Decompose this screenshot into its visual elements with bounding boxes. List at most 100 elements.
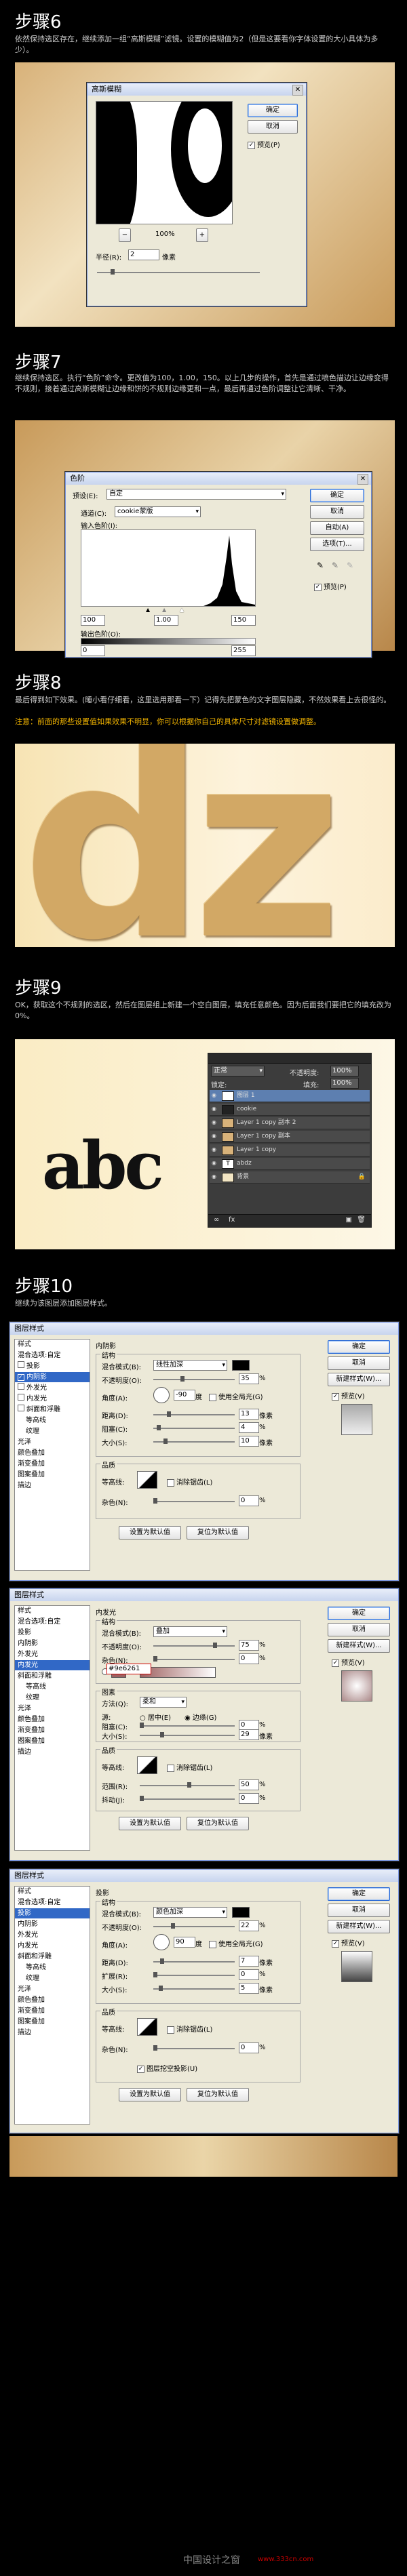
checkbox[interactable] (18, 1383, 24, 1390)
angle-input[interactable]: 90 (174, 1937, 195, 1948)
input-white-value[interactable]: 150 (231, 615, 256, 626)
style-contour[interactable]: 等高线 (15, 1415, 90, 1426)
opacity-input[interactable]: 100% (330, 1066, 359, 1076)
layer-row[interactable]: ◉ cookie (210, 1104, 370, 1116)
anti-alias-checkbox[interactable]: 消除锯齿(L) (167, 2024, 212, 2034)
eye-icon[interactable]: ◉ (212, 1160, 218, 1167)
cancel-button[interactable]: 取消 (310, 505, 364, 519)
noise-slider[interactable] (153, 2045, 235, 2051)
distance-input[interactable]: 13 (239, 1409, 259, 1420)
choke-slider[interactable] (140, 1723, 235, 1728)
channel-select[interactable]: cookie蒙版 (115, 506, 201, 517)
style-stroke[interactable]: 描边 (15, 1747, 90, 1757)
noise-input[interactable]: 0 (239, 2042, 259, 2053)
eye-icon[interactable]: ◉ (212, 1133, 218, 1140)
contour-picker[interactable] (137, 1756, 157, 1774)
layer-row[interactable]: ◉ 背景 🔒 (210, 1171, 370, 1184)
slider-handle[interactable] (213, 1643, 217, 1648)
noise-input[interactable]: 0 (239, 1495, 259, 1506)
make-default-button[interactable]: 设置为默认值 (119, 1817, 181, 1830)
knockout-checkbox[interactable]: ✓ 图层挖空投影(U) (137, 2063, 197, 2073)
style-gradient-overlay[interactable]: 渐变叠加 (15, 1459, 90, 1469)
reset-default-button[interactable]: 复位为默认值 (187, 1526, 249, 1539)
check-icon[interactable]: ✓ (18, 1374, 24, 1381)
style-outer-glow[interactable]: 外发光 (15, 1930, 90, 1940)
layer-row[interactable]: ◉ Layer 1 copy 副本 2 (210, 1117, 370, 1129)
zoom-in-button[interactable]: + (196, 228, 208, 242)
contour-picker[interactable] (137, 1471, 157, 1489)
zoom-out-button[interactable]: − (119, 228, 131, 242)
style-satin[interactable]: 光泽 (15, 1437, 90, 1447)
fx-icon[interactable]: fx (229, 1216, 235, 1224)
make-default-button[interactable]: 设置为默认值 (119, 1526, 181, 1539)
jitter-input[interactable]: 0 (239, 1793, 259, 1804)
new-style-button[interactable]: 新建样式(W)... (328, 1639, 390, 1653)
slider-handle[interactable] (167, 1411, 171, 1417)
styles-header[interactable]: 样式 (15, 1340, 90, 1350)
style-contour[interactable]: 等高线 (15, 1963, 90, 1973)
fill-input[interactable]: 100% (330, 1078, 359, 1089)
method-select[interactable]: 柔和 (140, 1697, 187, 1708)
cancel-button[interactable]: 取消 (328, 1356, 390, 1370)
new-layer-icon[interactable]: ▣ (346, 1216, 352, 1224)
preview-checkbox[interactable]: ✓ 预览(V) (332, 1657, 365, 1667)
slider-handle[interactable] (111, 269, 115, 275)
gray-point-handle[interactable]: ▲ (162, 607, 166, 613)
size-input[interactable]: 29 (239, 1729, 259, 1740)
style-color-overlay[interactable]: 颜色叠加 (15, 1714, 90, 1725)
style-texture[interactable]: 纹理 (15, 1973, 90, 1984)
choke-slider[interactable] (153, 1425, 235, 1430)
style-pattern-overlay[interactable]: 图案叠加 (15, 2017, 90, 2027)
white-point-handle[interactable]: ▲ (180, 607, 184, 613)
edge-radio[interactable]: ◉ 边缘(G) (185, 1712, 216, 1722)
center-radio[interactable]: ○ 居中(E) (140, 1712, 171, 1722)
distance-slider[interactable] (153, 1411, 235, 1417)
style-stroke[interactable]: 描边 (15, 2028, 90, 2038)
slider-handle[interactable] (187, 1782, 191, 1788)
black-point-handle[interactable]: ▲ (146, 607, 150, 613)
angle-dial[interactable] (153, 1387, 170, 1403)
range-slider[interactable] (140, 1782, 235, 1788)
global-light-checkbox[interactable]: 使用全局光(G) (209, 1391, 263, 1401)
jitter-slider[interactable] (140, 1796, 235, 1801)
style-drop-shadow[interactable]: 投影 (15, 1628, 90, 1638)
anti-alias-checkbox[interactable]: 消除锯齿(L) (167, 1762, 212, 1772)
style-inner-glow[interactable]: 内发光 (15, 1941, 90, 1951)
style-texture[interactable]: 纹理 (15, 1426, 90, 1436)
slider-handle[interactable] (160, 1958, 164, 1964)
spread-input[interactable]: 0 (239, 1969, 259, 1980)
style-bevel[interactable]: 斜面和浮雕 (15, 1952, 90, 1962)
layer-row[interactable]: ◉ 图层 1 (210, 1090, 370, 1102)
style-outer-glow[interactable]: 外发光 (15, 1649, 90, 1659)
style-inner-glow[interactable]: 内发光 (15, 1660, 90, 1670)
style-outer-glow[interactable]: 外发光 (15, 1383, 90, 1393)
styles-header[interactable]: 样式 (15, 1606, 90, 1616)
reset-default-button[interactable]: 复位为默认值 (187, 2088, 249, 2101)
eye-icon[interactable]: ◉ (212, 1146, 218, 1153)
noise-input[interactable]: 0 (239, 1653, 259, 1664)
eyedropper-black-icon[interactable]: ✎ (317, 561, 324, 570)
slider-handle[interactable] (157, 1425, 161, 1430)
slider-handle[interactable] (153, 1656, 157, 1662)
angle-input[interactable]: -90 (174, 1390, 195, 1401)
output-black-value[interactable]: 0 (81, 645, 105, 656)
style-inner-glow[interactable]: 内发光 (15, 1394, 90, 1404)
color-swatch[interactable] (232, 1907, 250, 1918)
style-texture[interactable]: 纹理 (15, 1693, 90, 1703)
blend-mode-select[interactable]: 颜色加深 (153, 1907, 227, 1918)
checkbox[interactable] (18, 1361, 24, 1368)
slider-handle[interactable] (140, 1796, 144, 1801)
contour-picker[interactable] (137, 2018, 157, 2036)
slider-handle[interactable] (160, 1732, 164, 1737)
preview-checkbox[interactable]: ✓ 预览(V) (332, 1390, 365, 1401)
style-gradient-overlay[interactable]: 渐变叠加 (15, 2006, 90, 2016)
blend-mode-select[interactable]: 正常 (211, 1066, 265, 1076)
choke-input[interactable]: 4 (239, 1422, 259, 1433)
style-pattern-overlay[interactable]: 图案叠加 (15, 1736, 90, 1746)
blend-mode-select[interactable]: 叠加 (153, 1626, 227, 1637)
size-slider[interactable] (153, 1438, 235, 1444)
input-gamma-value[interactable]: 1.00 (154, 615, 178, 626)
opacity-slider[interactable] (153, 1376, 235, 1382)
output-white-value[interactable]: 255 (231, 645, 256, 656)
style-bevel[interactable]: 斜面和浮雕 (15, 1671, 90, 1681)
